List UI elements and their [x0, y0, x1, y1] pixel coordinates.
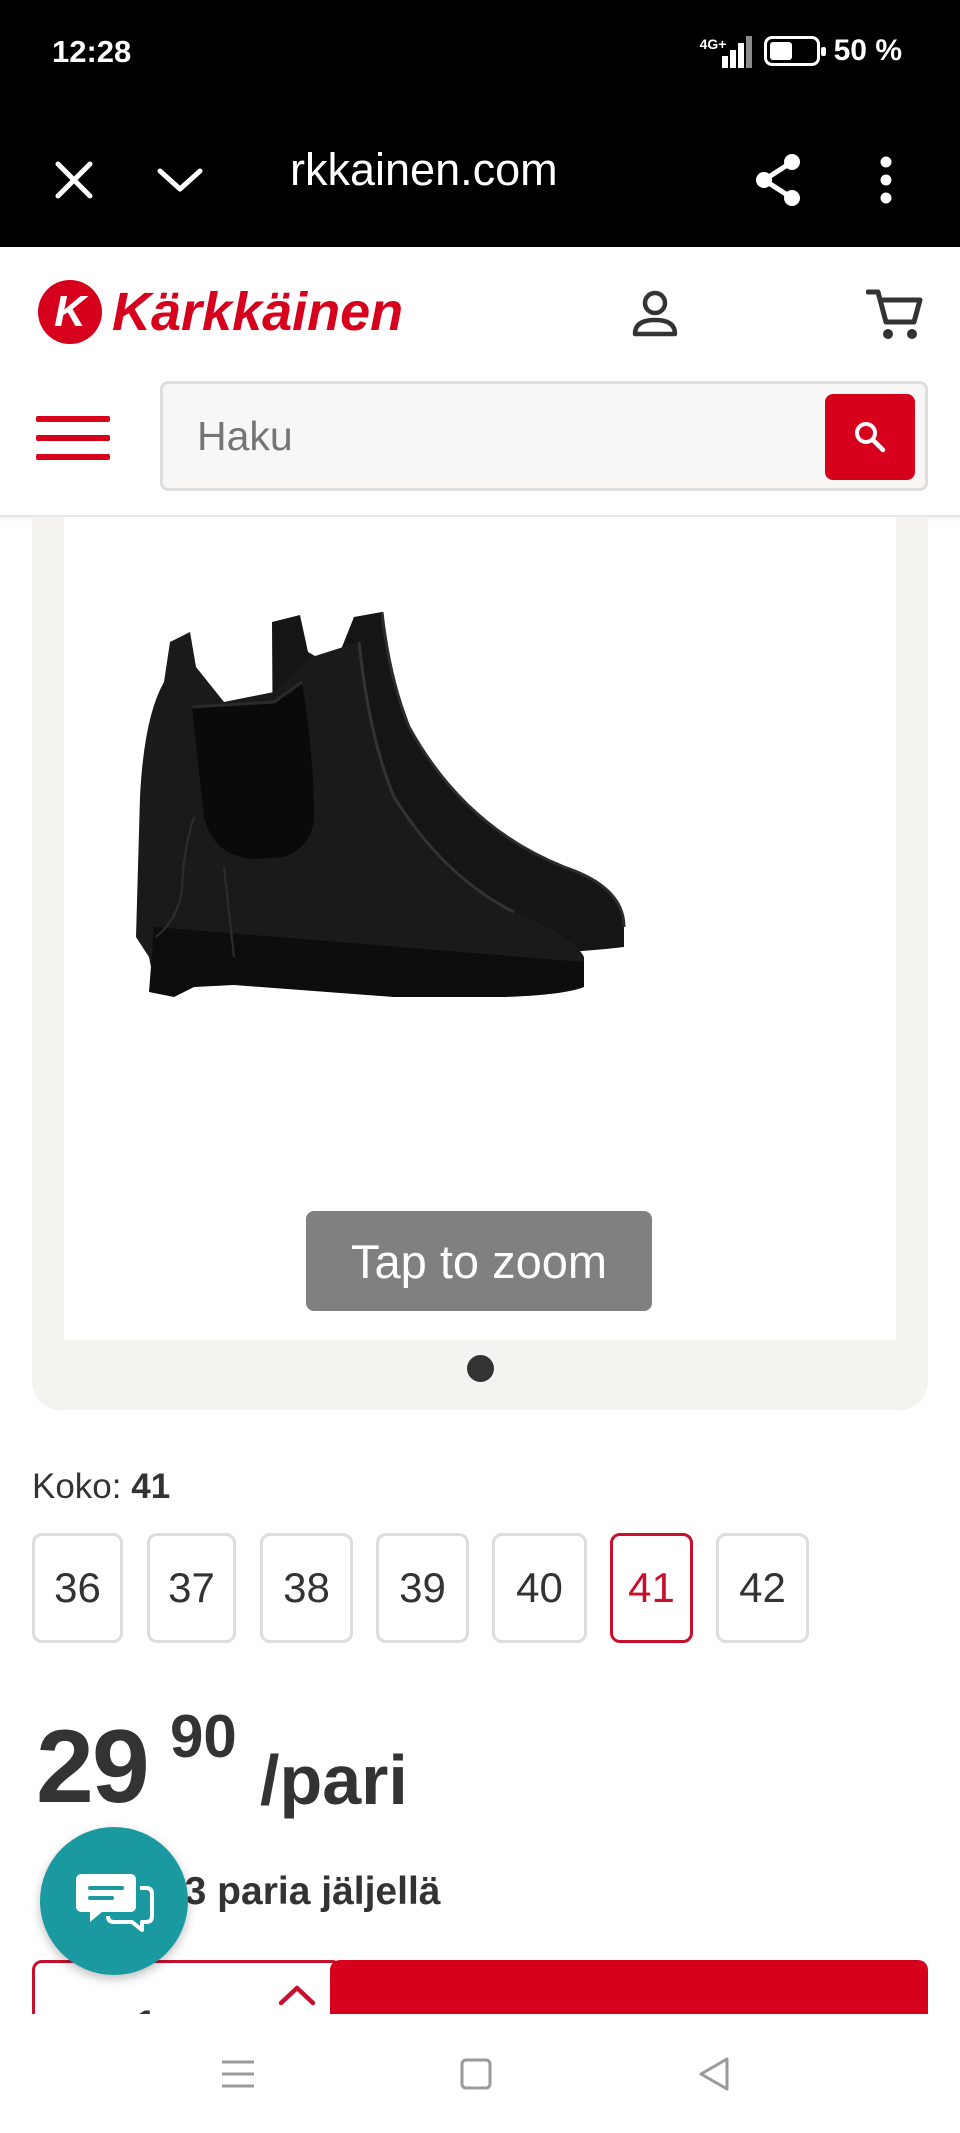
logo-text: Kärkkäinen [112, 282, 404, 342]
more-options-button[interactable] [846, 140, 926, 220]
search-box [160, 381, 928, 491]
product-gallery: Tap to zoom [32, 517, 928, 1410]
size-label: Koko: 41 [32, 1467, 170, 1507]
minimize-button[interactable] [140, 140, 220, 220]
logo-mark: K [38, 280, 102, 344]
system-navigation-bar [0, 2014, 960, 2133]
size-option-37[interactable]: 37 [147, 1533, 236, 1643]
network-type: 4G+ [699, 36, 727, 52]
search-button[interactable] [825, 394, 915, 480]
size-selected-value: 41 [131, 1467, 171, 1506]
chat-icon [76, 1874, 154, 1932]
chat-button[interactable] [40, 1827, 188, 1975]
size-label-text: Koko: [32, 1467, 122, 1506]
share-button[interactable] [738, 140, 818, 220]
status-time: 12:28 [52, 34, 132, 69]
close-tab-button[interactable] [34, 140, 114, 220]
battery-level [769, 42, 792, 60]
user-icon [632, 290, 678, 337]
recents-button[interactable] [208, 2044, 268, 2104]
zoom-hint[interactable]: Tap to zoom [306, 1211, 652, 1311]
menu-line [36, 435, 110, 441]
size-option-40[interactable]: 40 [492, 1533, 587, 1643]
menu-lines-icon [222, 2060, 254, 2088]
menu-line [36, 416, 110, 422]
quantity-increase-button[interactable] [267, 1975, 327, 2015]
size-option-36[interactable]: 36 [32, 1533, 123, 1643]
site-logo[interactable]: K Kärkkäinen [38, 277, 403, 347]
stock-status: n 3 paria jäljellä [150, 1870, 441, 1913]
price-decimals: 90 [170, 1703, 237, 1770]
square-icon [460, 2058, 492, 2090]
status-indicators: 4G+ 50 % [700, 34, 902, 68]
menu-button[interactable] [36, 403, 110, 473]
gallery-page-indicator[interactable] [467, 1355, 494, 1382]
search-icon [855, 422, 886, 453]
menu-line [36, 454, 110, 460]
more-vertical-icon [880, 156, 892, 204]
cart-button[interactable] [860, 279, 930, 349]
size-option-38[interactable]: 38 [260, 1533, 353, 1643]
size-option-42[interactable]: 42 [716, 1533, 809, 1643]
battery-percent: 50 % [833, 34, 902, 67]
close-icon [55, 161, 93, 199]
battery-icon [763, 36, 826, 66]
search-input[interactable] [197, 408, 757, 464]
back-triangle-icon [699, 2057, 729, 2091]
home-button[interactable] [446, 2044, 506, 2104]
size-option-41[interactable]: 41 [610, 1533, 693, 1643]
chevron-up-icon [278, 1985, 316, 2006]
price-unit: /pari [260, 1741, 408, 1819]
chevron-down-icon [157, 168, 203, 192]
price-integer: 29 [36, 1709, 150, 1825]
url-bar[interactable]: rkkainen.com [290, 144, 610, 196]
site-header: K Kärkkäinen [0, 247, 960, 517]
back-button[interactable] [684, 2044, 744, 2104]
share-icon [756, 154, 800, 206]
account-button[interactable] [620, 279, 690, 349]
status-bar: 12:28 4G+ 50 % [0, 0, 960, 110]
cart-icon [866, 289, 923, 339]
browser-toolbar: rkkainen.com [0, 110, 960, 247]
size-option-39[interactable]: 39 [376, 1533, 469, 1643]
signal-icon: 4G+ [699, 34, 752, 68]
